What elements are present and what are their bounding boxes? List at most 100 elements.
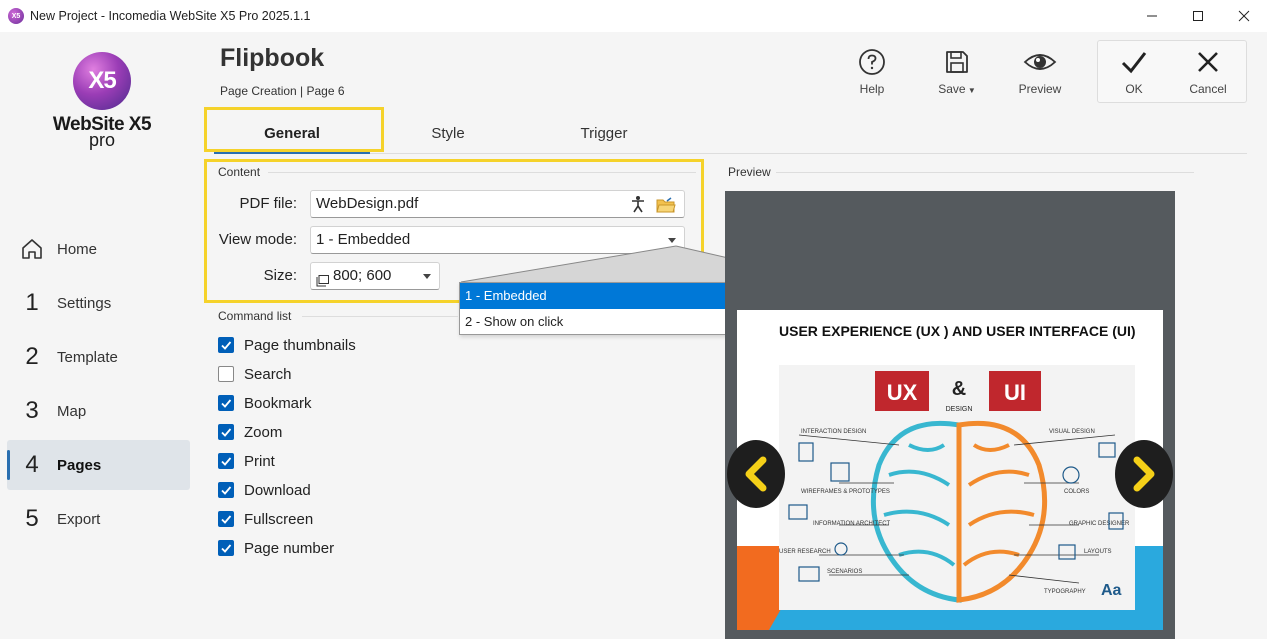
flipbook-preview: USER EXPERIENCE (UX ) AND USER INTERFACE…: [725, 191, 1175, 639]
pdf-file-field[interactable]: WebDesign.pdf: [310, 190, 685, 218]
nav-label: Export: [57, 510, 101, 528]
nav-label: Home: [57, 240, 98, 258]
infographic-right-label: GRAPHIC DESIGNER: [1069, 521, 1130, 527]
close-icon: [1198, 52, 1218, 72]
checkbox-label: Page number: [244, 539, 335, 557]
chevron-right-icon: [1133, 456, 1155, 492]
sidebar: X5 WebSite X5 pro Home 1 Settings 2 Temp…: [0, 32, 200, 639]
preview-label: Preview: [1018, 82, 1062, 96]
logo: X5 WebSite X5 pro: [52, 52, 152, 152]
checkmark-icon: [221, 428, 232, 437]
nav-item-template[interactable]: 2 Template: [7, 332, 190, 382]
app-icon: X5: [8, 8, 24, 24]
checkmark-icon: [221, 341, 232, 350]
help-icon: [859, 49, 885, 75]
maximize-icon: [1193, 11, 1203, 21]
ok-button[interactable]: OK: [1104, 48, 1164, 96]
ux-badge: UX: [887, 380, 918, 405]
infographic-left-label: WIREFRAMES & PROTOTYPES: [801, 489, 890, 495]
divider: [302, 316, 458, 317]
checkbox[interactable]: [218, 453, 234, 469]
checkbox-label: Page thumbnails: [244, 336, 356, 354]
home-icon: [7, 237, 57, 261]
close-window-button[interactable]: [1221, 0, 1267, 32]
checkbox[interactable]: [218, 482, 234, 498]
checkbox[interactable]: [218, 337, 234, 353]
nav-item-export[interactable]: 5 Export: [7, 494, 190, 544]
tab-general[interactable]: General: [214, 114, 370, 154]
size-select[interactable]: 800; 600: [310, 262, 440, 290]
cancel-label: Cancel: [1189, 82, 1227, 96]
checkbox-page-thumbnails[interactable]: Page thumbnails: [218, 334, 356, 356]
preview-label: Preview: [728, 165, 771, 179]
main-nav: Home 1 Settings 2 Template 3 Map 4 Pages…: [7, 224, 190, 548]
view-mode-value: 1 - Embedded: [316, 231, 411, 248]
minimize-icon: [1147, 15, 1157, 17]
checkbox-label: Print: [244, 452, 275, 470]
window-title: New Project - Incomedia WebSite X5 Pro 2…: [30, 9, 311, 23]
infographic-right-label: LAYOUTS: [1084, 549, 1112, 555]
typography-glyph: Aa: [1101, 582, 1122, 599]
checkbox-print[interactable]: Print: [218, 450, 275, 472]
eye-icon: [1023, 54, 1057, 70]
checkbox-zoom[interactable]: Zoom: [218, 421, 282, 443]
view-mode-label: View mode:: [218, 231, 297, 248]
logo-badge: X5: [73, 52, 131, 110]
nav-item-home[interactable]: Home: [7, 224, 190, 274]
save-label: Save: [938, 82, 966, 96]
preview-button[interactable]: Preview: [1010, 48, 1070, 96]
nav-label: Pages: [57, 456, 102, 474]
checkbox-label: Bookmark: [244, 394, 312, 412]
accessibility-icon[interactable]: [630, 195, 646, 222]
page-heading: USER EXPERIENCE (UX ) AND USER INTERFACE…: [779, 323, 1136, 339]
infographic-left-label: INTERACTION DESIGN: [801, 429, 866, 435]
divider: [268, 172, 696, 173]
nav-number: 3: [25, 397, 39, 424]
checkbox-label: Fullscreen: [244, 510, 314, 528]
infographic-left-label: SCENARIOS: [827, 569, 862, 575]
infographic-right-label: COLORS: [1064, 489, 1089, 495]
ok-label: OK: [1125, 82, 1143, 96]
minimize-button[interactable]: [1129, 0, 1175, 32]
folder-icon[interactable]: [656, 196, 676, 222]
maximize-button[interactable]: [1175, 0, 1221, 32]
checkbox-download[interactable]: Download: [218, 479, 311, 501]
checkbox-bookmark[interactable]: Bookmark: [218, 392, 312, 414]
help-button[interactable]: Help: [842, 48, 902, 96]
nav-label: Template: [57, 348, 118, 366]
infographic-left-label: USER RESEARCH: [779, 549, 831, 555]
checkbox-fullscreen[interactable]: Fullscreen: [218, 508, 313, 530]
breadcrumb: Page Creation | Page 6: [220, 84, 345, 98]
nav-item-pages[interactable]: 4 Pages: [7, 440, 190, 490]
ux-ui-infographic: UX & DESIGN UI INTERACTION DESIGN WIREFR…: [779, 365, 1135, 610]
pdf-file-value: WebDesign.pdf: [316, 195, 419, 212]
ampersand: &: [952, 378, 966, 400]
checkbox-search[interactable]: Search: [218, 363, 292, 385]
nav-item-settings[interactable]: 1 Settings: [7, 278, 190, 328]
next-page-button[interactable]: [1115, 440, 1173, 508]
checkbox-page-number[interactable]: Page number: [218, 537, 334, 559]
nav-item-map[interactable]: 3 Map: [7, 386, 190, 436]
flipbook-page: USER EXPERIENCE (UX ) AND USER INTERFACE…: [737, 310, 1163, 630]
save-button[interactable]: Save ▼: [927, 48, 987, 96]
nav-number: 5: [25, 505, 39, 532]
save-icon: [946, 51, 968, 73]
divider: [776, 172, 1194, 173]
checkbox[interactable]: [218, 511, 234, 527]
cancel-button[interactable]: Cancel: [1178, 48, 1238, 96]
previous-page-button[interactable]: [727, 440, 785, 508]
tab-trigger[interactable]: Trigger: [526, 114, 682, 154]
checkbox[interactable]: [218, 424, 234, 440]
nav-number: 2: [25, 343, 39, 370]
checkbox[interactable]: [218, 540, 234, 556]
tab-style[interactable]: Style: [370, 114, 526, 154]
checkmark-icon: [221, 515, 232, 524]
chevron-down-icon: [423, 274, 431, 279]
checkbox[interactable]: [218, 395, 234, 411]
chevron-left-icon: [745, 456, 767, 492]
checkmark-icon: [221, 457, 232, 466]
resize-icon: [316, 270, 329, 296]
checkbox-label: Search: [244, 365, 292, 383]
checkbox[interactable]: [218, 366, 234, 382]
content-group-label: Content: [218, 165, 261, 179]
